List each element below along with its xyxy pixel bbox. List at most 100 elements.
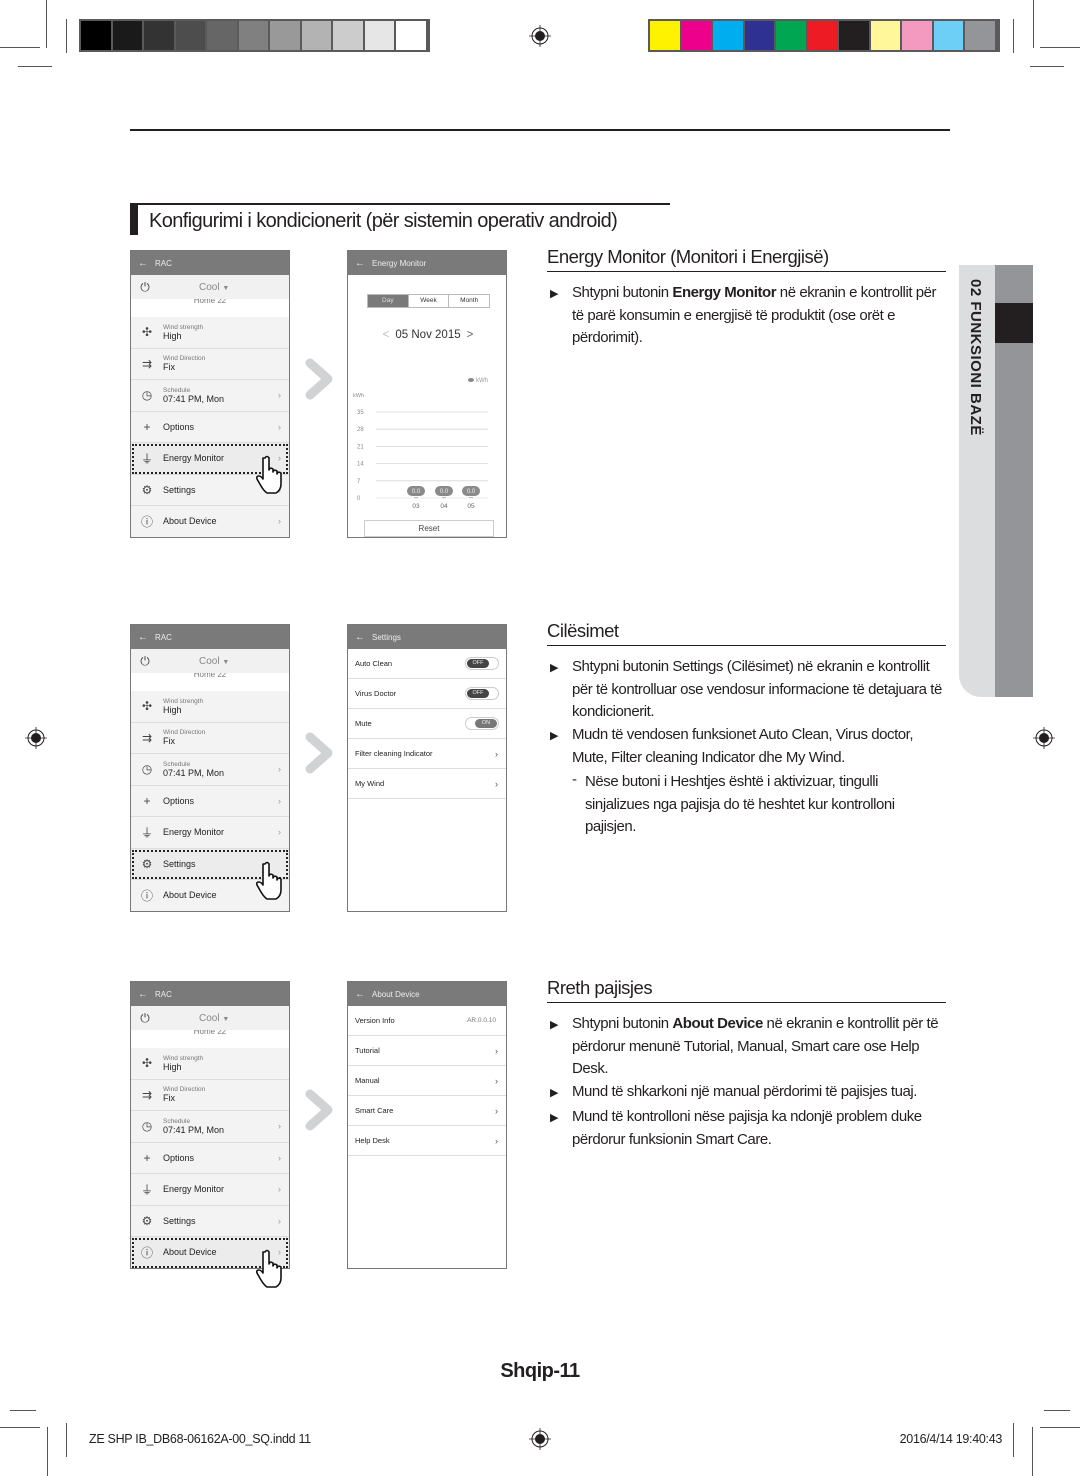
rac-item-wind-strength[interactable]: ✣ Wind strength High [131, 1048, 289, 1080]
about-help-desk[interactable]: Help Desk › [348, 1126, 506, 1156]
power-icon[interactable]: ⏻ [131, 280, 159, 295]
registration-mark-icon [1033, 727, 1055, 749]
item-label: Options [163, 1152, 195, 1163]
crop-mark [1040, 1427, 1080, 1428]
screen-title: RAC [155, 632, 172, 642]
version-value: AR.0.0.10 [467, 1017, 496, 1024]
rac-item-wind-direction[interactable]: ⇉ Wind Direction Fix [131, 723, 289, 754]
next-date-icon[interactable]: > [467, 329, 474, 341]
crop-mark [1030, 66, 1064, 67]
tab-day[interactable]: Day [368, 295, 408, 307]
screen-title: RAC [155, 258, 172, 268]
rac-item-schedule[interactable]: ◷ Schedule 07:41 PM, Mon › [131, 380, 289, 412]
screen-header: ← About Device [348, 982, 506, 1006]
mode-dropdown[interactable]: Cool ▼ [199, 1013, 229, 1024]
data-label: 0.0 [467, 489, 476, 495]
item-label: Tutorial [355, 1046, 380, 1055]
chevron-right-icon: › [278, 1152, 281, 1163]
item-caption: Wind Direction [163, 729, 206, 737]
prev-date-icon[interactable]: < [383, 329, 390, 341]
item-label: Options [163, 795, 195, 806]
item-label: Settings [163, 858, 196, 869]
setting-auto-clean[interactable]: Auto Clean OFF [348, 649, 506, 679]
about-manual[interactable]: Manual › [348, 1066, 506, 1096]
item-value: 07:41 PM, Mon [163, 393, 225, 404]
toggle-state: OFF [467, 689, 489, 698]
back-arrow-icon[interactable]: ← [355, 632, 365, 643]
tab-month[interactable]: Month [448, 295, 489, 307]
mode-dropdown[interactable]: Cool ▼ [199, 282, 229, 293]
rac-item-energy-monitor[interactable]: ⏚ Energy Monitor › [131, 1174, 289, 1206]
rac-item-schedule[interactable]: ◷ Schedule 07:41 PM, Mon › [131, 1111, 289, 1143]
next-step-arrow-icon [305, 732, 333, 774]
gray-swatch [207, 21, 237, 50]
back-arrow-icon[interactable]: ← [138, 989, 148, 1000]
rac-item-options[interactable]: + Options › [131, 412, 289, 443]
chevron-right-icon: › [278, 390, 281, 401]
color-swatch [902, 21, 932, 50]
rac-item-wind-direction[interactable]: ⇉ Wind Direction Fix [131, 1080, 289, 1111]
back-arrow-icon[interactable]: ← [138, 258, 148, 269]
power-icon[interactable]: ⏻ [131, 654, 159, 669]
tab-week[interactable]: Week [407, 295, 449, 307]
y-tick-label: 21 [357, 444, 364, 450]
item-value: High [163, 330, 182, 341]
rac-item-wind-strength[interactable]: ✣ Wind strength High [131, 691, 289, 723]
mode-dropdown[interactable]: Cool ▼ [199, 656, 229, 667]
setting-label: Filter cleaning Indicator [355, 749, 433, 758]
item-label: Manual [355, 1076, 380, 1085]
bar [469, 497, 473, 498]
home-temperature: Home 22 [131, 673, 289, 691]
chevron-right-icon: › [278, 516, 281, 527]
item-label: Options [163, 421, 195, 432]
power-icon[interactable]: ⏻ [131, 1011, 159, 1026]
rac-item-options[interactable]: + Options › [131, 1143, 289, 1174]
color-swatch [807, 21, 837, 50]
plus-icon: + [143, 793, 151, 808]
y-tick-label: 28 [357, 427, 364, 433]
rac-item-wind-strength[interactable]: ✣ Wind strength High [131, 317, 289, 349]
setting-mute[interactable]: Mute ON [348, 709, 506, 739]
item-label: Energy Monitor [163, 827, 225, 838]
auto-clean-toggle[interactable]: OFF [465, 657, 499, 670]
rac-item-schedule[interactable]: ◷ Schedule 07:41 PM, Mon › [131, 754, 289, 786]
rac-item-wind-direction[interactable]: ⇉ Wind Direction Fix [131, 349, 289, 380]
bullet-icon: ▶ [550, 1019, 559, 1031]
back-arrow-icon[interactable]: ← [355, 258, 365, 269]
mute-toggle[interactable]: ON [465, 717, 499, 730]
footer-timestamp: 2016/4/14 19:40:43 [899, 1432, 1003, 1446]
crop-mark [47, 1427, 48, 1476]
crop-mark [0, 47, 40, 48]
rac-item-about-device[interactable]: ⓘ About Device › [131, 506, 289, 537]
period-segmented-control[interactable]: Day Week Month [367, 294, 490, 308]
bullet-icon: ▶ [550, 1112, 559, 1124]
about-smart-care[interactable]: Smart Care › [348, 1096, 506, 1126]
reset-button[interactable]: Reset [364, 520, 494, 537]
item-caption: Wind Direction [163, 1086, 206, 1094]
rac-item-settings[interactable]: ⚙ Settings › [131, 1206, 289, 1237]
settings-paragraph-2: Mudn të vendosen funksionet Auto Clean, … [572, 726, 914, 766]
setting-my-wind[interactable]: My Wind › [348, 769, 506, 799]
x-tick-label: 04 [440, 503, 448, 510]
back-arrow-icon[interactable]: ← [138, 632, 148, 643]
chevron-right-icon: › [278, 795, 281, 806]
setting-virus-doctor[interactable]: Virus Doctor OFF [348, 679, 506, 709]
info-icon: ⓘ [140, 1245, 153, 1260]
rac-item-options[interactable]: + Options › [131, 786, 289, 817]
gray-swatch [144, 21, 174, 50]
virus-doctor-toggle[interactable]: OFF [465, 687, 499, 700]
chevron-right-icon: › [278, 1215, 281, 1226]
about-heading: Rreth pajisjes [547, 977, 946, 1003]
chevron-right-icon: › [495, 1075, 498, 1086]
back-arrow-icon[interactable]: ← [355, 989, 365, 1000]
section-title-text: Konfigurimi i kondicionerit (për sistemi… [149, 210, 618, 232]
setting-filter-cleaning-indicator[interactable]: Filter cleaning Indicator › [348, 739, 506, 769]
crop-mark [18, 66, 52, 67]
bullet-icon: ▶ [550, 1087, 559, 1099]
rac-item-energy-monitor[interactable]: ⏚ Energy Monitor › [131, 817, 289, 849]
item-caption: Wind strength [163, 323, 204, 331]
about-paragraph-2: Mund të shkarkoni një manual përdorimi t… [572, 1083, 917, 1100]
about-tutorial[interactable]: Tutorial › [348, 1036, 506, 1066]
screen-header: ← RAC [131, 251, 289, 275]
crop-mark [10, 1410, 36, 1411]
